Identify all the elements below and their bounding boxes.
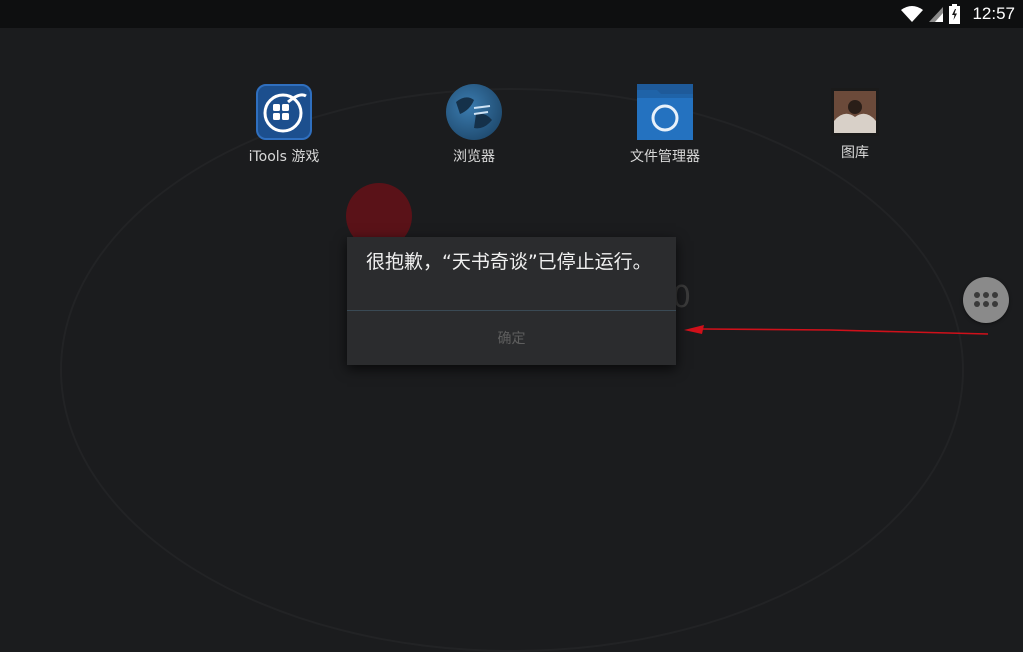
clock: 12:57 (972, 4, 1015, 23)
app-label: 图库 (841, 145, 869, 161)
itools-games-icon (256, 84, 312, 140)
status-bar: 12:57 (0, 0, 1023, 28)
app-label: 文件管理器 (630, 149, 700, 165)
dialog-message: 很抱歉，“天书奇谈”已停止运行。 (366, 251, 652, 273)
app-drawer-button[interactable] (963, 277, 1009, 323)
app-browser[interactable]: 浏览器 (414, 84, 534, 166)
file-manager-icon (637, 84, 693, 140)
signal-icon (929, 7, 944, 22)
annotation-arrow (684, 325, 989, 335)
wifi-icon (901, 6, 924, 22)
app-label: 浏览器 (453, 149, 495, 165)
gallery-icon (831, 88, 879, 136)
app-label: iTools 游戏 (248, 149, 320, 165)
app-stopped-dialog: 很抱歉，“天书奇谈”已停止运行。 确定 (347, 237, 676, 365)
ok-button[interactable]: 确定 (347, 311, 676, 365)
browser-icon (446, 84, 502, 140)
wallpaper-decoration (60, 88, 964, 652)
battery-charging-icon (949, 4, 961, 24)
app-file-manager[interactable]: 文件管理器 (605, 84, 725, 166)
app-itools-games[interactable]: iTools 游戏 (224, 84, 344, 166)
app-gallery[interactable]: 图库 (795, 84, 915, 162)
